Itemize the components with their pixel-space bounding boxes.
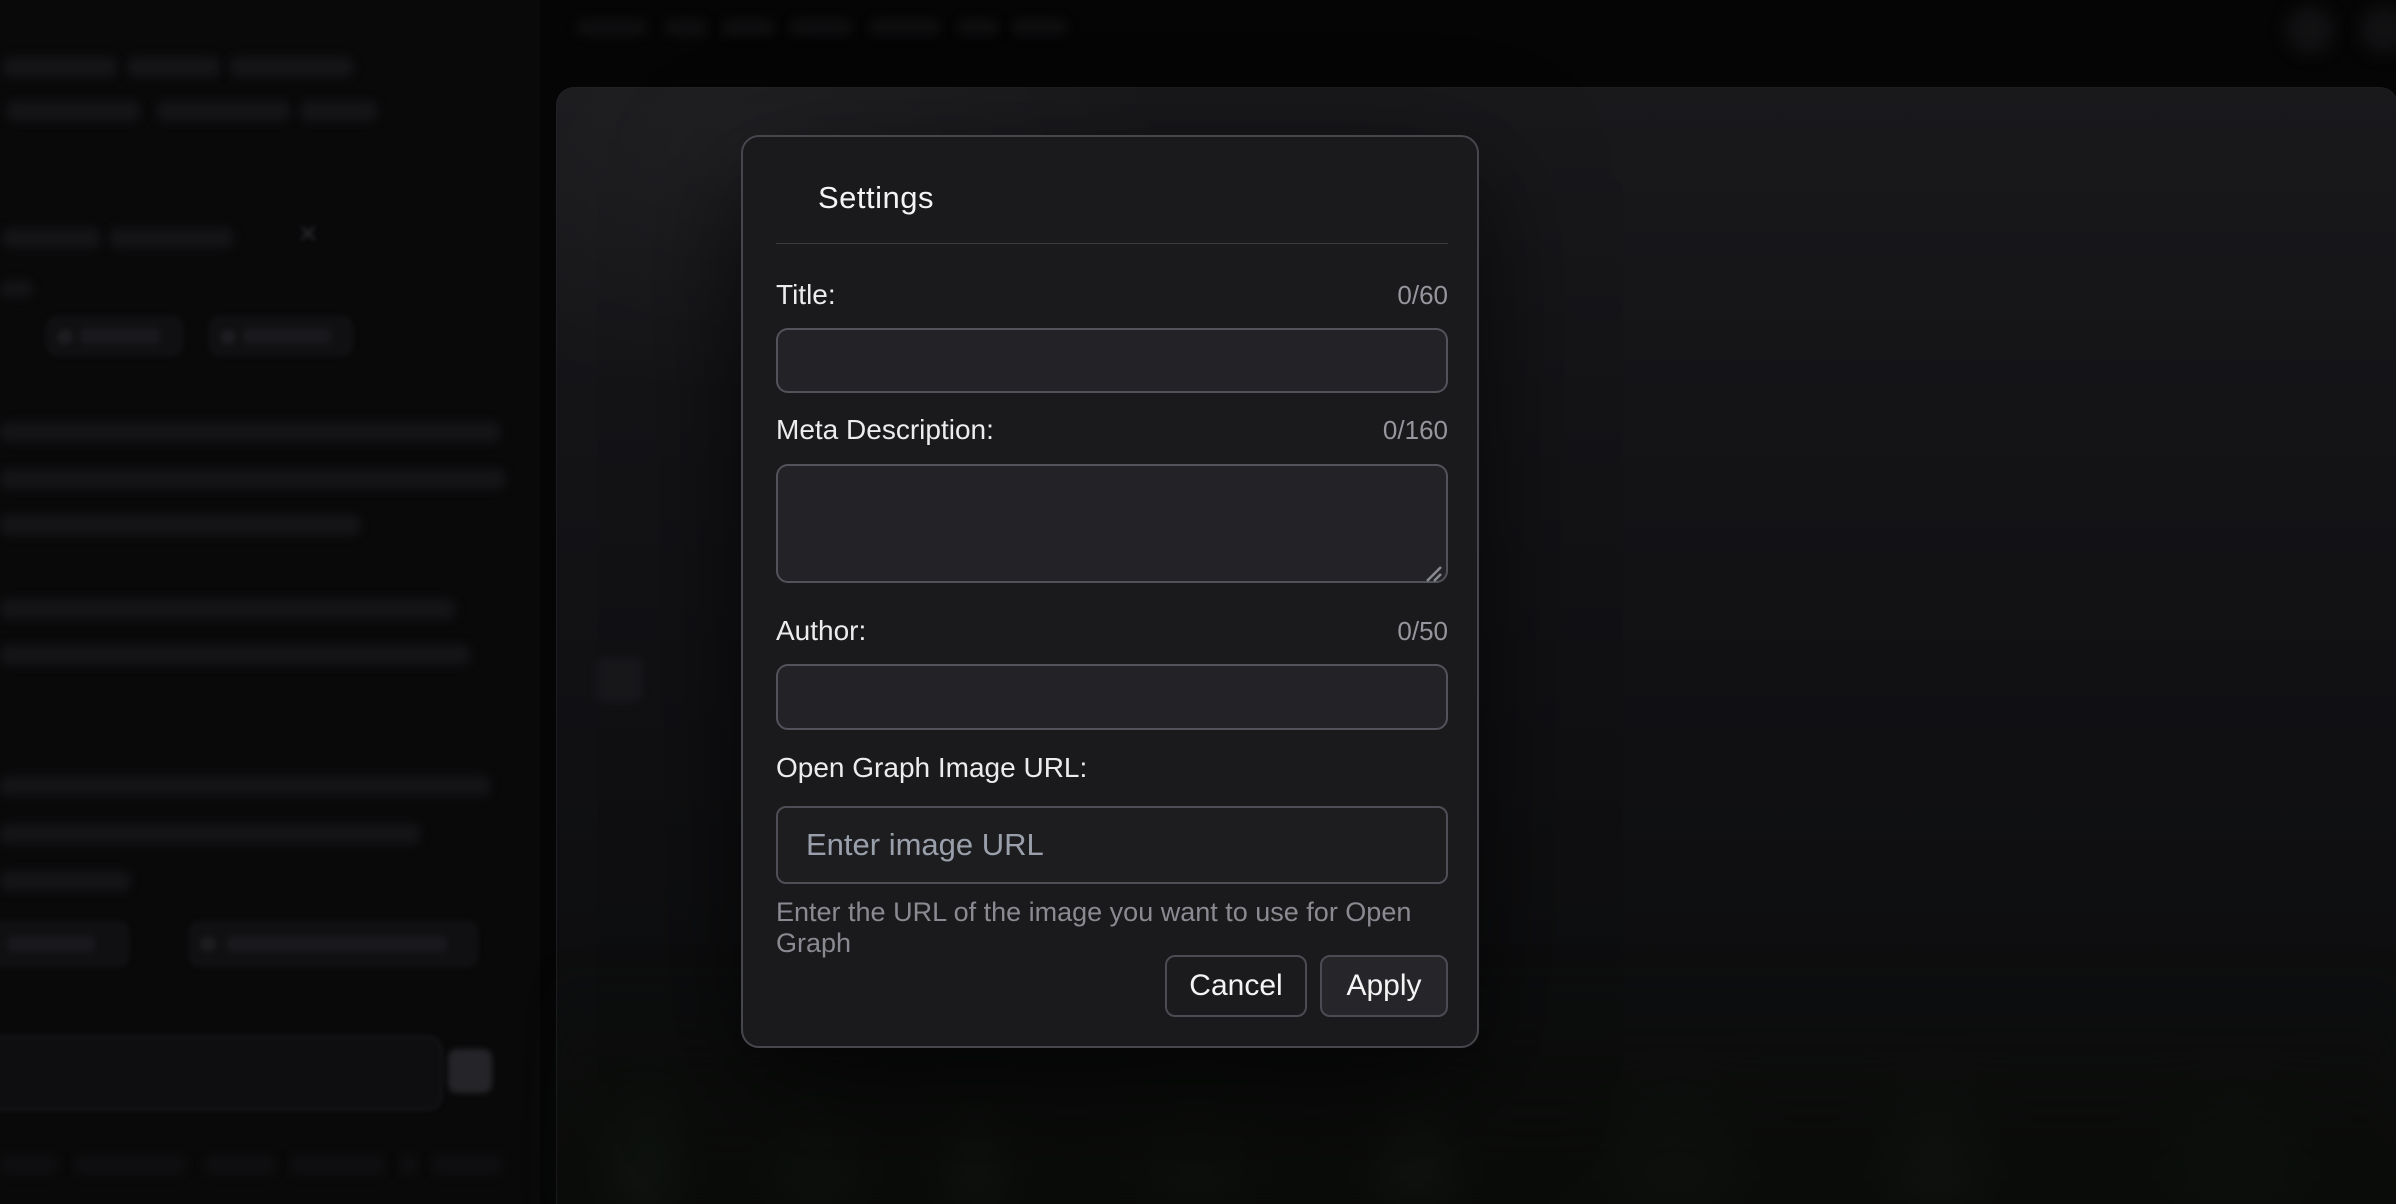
blurred-text-line [3,57,117,77]
chat-message-input[interactable] [0,1036,442,1110]
divider [776,243,1448,244]
apply-button[interactable]: Apply [1320,955,1448,1017]
title-char-counter: 0/60 [1397,280,1448,311]
og-image-label-row: Open Graph Image URL: [776,752,1448,784]
blurred-text-line [0,515,360,535]
blurred-action-chip[interactable] [47,317,182,355]
author-label-row: Author: 0/50 [776,615,1448,647]
title-label: Title: [776,279,836,311]
og-image-helper-text: Enter the URL of the image you want to u… [776,897,1448,959]
send-button[interactable] [448,1049,492,1093]
blurred-topbar-item [790,19,852,36]
blurred-text-line [290,1155,385,1175]
settings-dialog: Settings Title: 0/60 Meta Description: 0… [741,135,1479,1048]
author-label: Author: [776,615,866,647]
blurred-panel-widget [596,657,642,703]
meta-description-char-counter: 0/160 [1383,415,1448,446]
blurred-topbar-item [958,19,998,36]
blurred-topbar-item [722,19,774,36]
chip-label-blob [7,936,95,952]
chip-label-blob [227,936,447,952]
blurred-topbar-item [870,19,940,36]
blurred-text-line [0,1155,58,1175]
blurred-text-line [0,599,455,619]
blurred-text-line [0,281,33,297]
og-image-url-input[interactable] [776,806,1448,884]
blurred-action-chip[interactable] [210,317,352,355]
author-char-counter: 0/50 [1397,616,1448,647]
app-screen: ✕ Settings Title: 0/60 [0,0,2396,1204]
chat-sidebar: ✕ [0,0,540,1204]
grid-icon [201,937,215,951]
blurred-action-chip[interactable] [0,922,128,966]
blurred-text-line [0,645,470,665]
meta-description-label-row: Meta Description: 0/160 [776,414,1448,446]
blurred-text-line [0,469,505,489]
blurred-text-line [110,228,233,248]
chip-icon [58,330,72,344]
title-label-row: Title: 0/60 [776,279,1448,311]
blurred-text-line [400,1155,418,1175]
blurred-text-line [0,422,500,442]
close-icon[interactable]: ✕ [298,220,318,249]
blurred-text-line [230,57,353,77]
og-image-url-label: Open Graph Image URL: [776,752,1087,784]
dialog-title: Settings [818,180,934,216]
blurred-text-line [75,1155,185,1175]
cancel-button[interactable]: Cancel [1165,955,1307,1017]
blurred-action-chip[interactable] [190,922,477,966]
blurred-text-line [157,101,290,121]
blurred-text-line [205,1155,275,1175]
meta-description-label: Meta Description: [776,414,994,446]
blurred-topbar-item [577,19,647,36]
meta-description-textarea[interactable] [776,464,1448,583]
blurred-topbar-item [1012,19,1067,36]
blurred-text-line [300,101,377,121]
author-input[interactable] [776,664,1448,730]
blurred-text-line [3,228,100,248]
avatar [2286,6,2334,54]
chip-icon [221,330,235,344]
blurred-topbar-item [665,19,707,36]
blurred-text-line [0,824,420,844]
blurred-text-line [7,101,140,121]
blurred-text-line [127,57,220,77]
blurred-text-line [0,776,490,796]
title-input[interactable] [776,328,1448,393]
avatar [2360,6,2396,54]
blurred-text-line [0,871,130,891]
chip-label-blob [80,328,160,344]
blurred-text-line [432,1155,502,1175]
chip-label-blob [243,328,331,344]
